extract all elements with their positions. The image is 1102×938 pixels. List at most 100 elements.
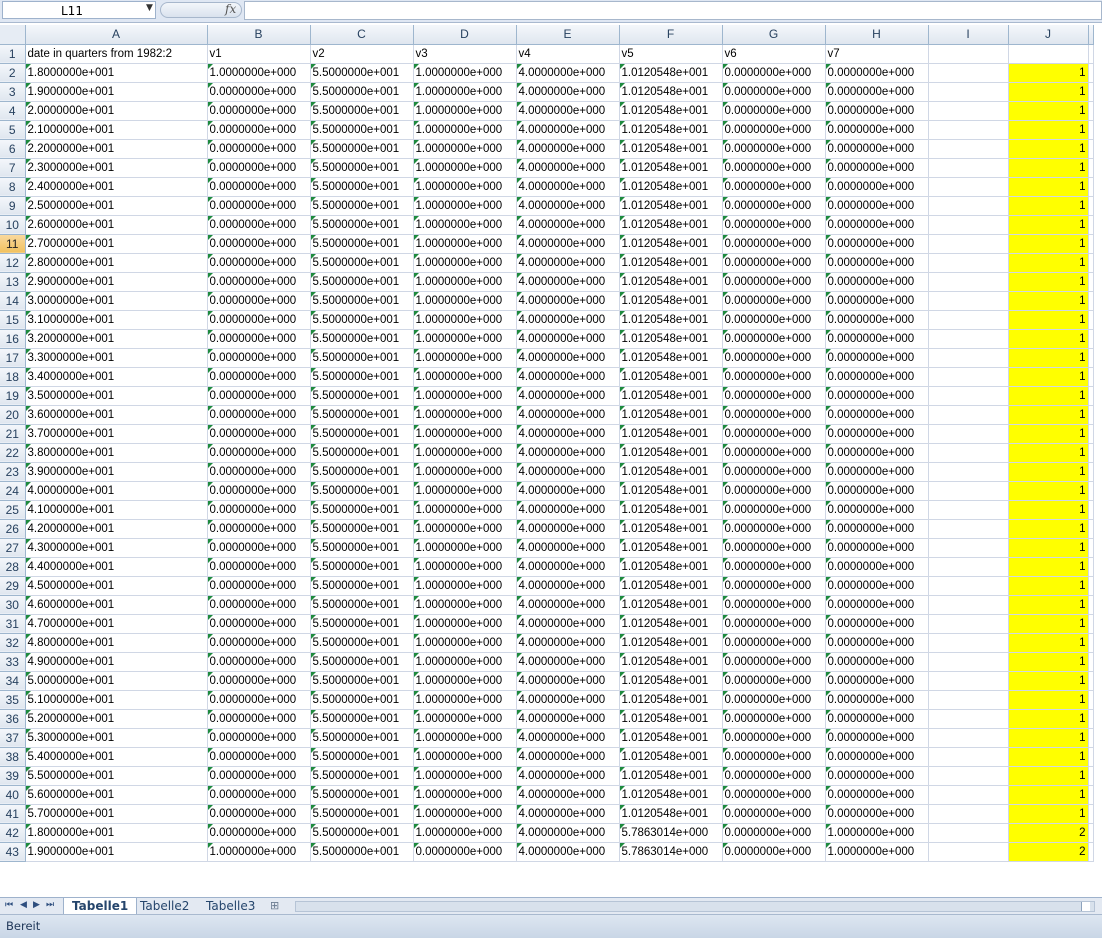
cell-f29[interactable]: 1.0120548e+001 xyxy=(619,576,723,596)
cell-d30[interactable]: 1.0000000e+000 xyxy=(413,595,517,615)
first-sheet-icon[interactable]: ⏮ xyxy=(5,900,13,910)
cell-h30[interactable]: 0.0000000e+000 xyxy=(825,595,929,615)
cell-a15[interactable]: 3.1000000e+001 xyxy=(25,310,208,330)
cell-c18[interactable]: 5.5000000e+001 xyxy=(310,367,414,387)
cell-f10[interactable]: 1.0120548e+001 xyxy=(619,215,723,235)
cell-i23[interactable] xyxy=(928,462,1009,482)
cell-c16[interactable]: 5.5000000e+001 xyxy=(310,329,414,349)
cell-j26[interactable]: 1 xyxy=(1008,519,1089,539)
cell-a21[interactable]: 3.7000000e+001 xyxy=(25,424,208,444)
cell-f14[interactable]: 1.0120548e+001 xyxy=(619,291,723,311)
cell-b35[interactable]: 0.0000000e+000 xyxy=(207,690,311,710)
cell-i32[interactable] xyxy=(928,633,1009,653)
cell-j3[interactable]: 1 xyxy=(1008,82,1089,102)
row-header[interactable]: 21 xyxy=(0,424,26,444)
row-header[interactable]: 17 xyxy=(0,348,26,368)
cell-i38[interactable] xyxy=(928,747,1009,767)
cell-i15[interactable] xyxy=(928,310,1009,330)
cell-e33[interactable]: 4.0000000e+000 xyxy=(516,652,620,672)
cell-h9[interactable]: 0.0000000e+000 xyxy=(825,196,929,216)
cell-empty[interactable] xyxy=(1088,785,1094,805)
cell-b7[interactable]: 0.0000000e+000 xyxy=(207,158,311,178)
cell-h22[interactable]: 0.0000000e+000 xyxy=(825,443,929,463)
scrollbar-thumb[interactable] xyxy=(1081,902,1090,911)
row-header[interactable]: 40 xyxy=(0,785,26,805)
cell-a37[interactable]: 5.3000000e+001 xyxy=(25,728,208,748)
cell-h41[interactable]: 0.0000000e+000 xyxy=(825,804,929,824)
cell-g38[interactable]: 0.0000000e+000 xyxy=(722,747,826,767)
cell-empty[interactable] xyxy=(1088,804,1094,824)
cell-f19[interactable]: 1.0120548e+001 xyxy=(619,386,723,406)
cell-i3[interactable] xyxy=(928,82,1009,102)
cell-g25[interactable]: 0.0000000e+000 xyxy=(722,500,826,520)
cell-empty[interactable] xyxy=(1088,500,1094,520)
cell-e25[interactable]: 4.0000000e+000 xyxy=(516,500,620,520)
cell-j1[interactable] xyxy=(1008,44,1089,64)
cell-g35[interactable]: 0.0000000e+000 xyxy=(722,690,826,710)
cell-j32[interactable]: 1 xyxy=(1008,633,1089,653)
row-header[interactable]: 22 xyxy=(0,443,26,463)
cell-c37[interactable]: 5.5000000e+001 xyxy=(310,728,414,748)
cell-c4[interactable]: 5.5000000e+001 xyxy=(310,101,414,121)
cell-h6[interactable]: 0.0000000e+000 xyxy=(825,139,929,159)
last-sheet-icon[interactable]: ⏭ xyxy=(46,900,54,910)
cell-g28[interactable]: 0.0000000e+000 xyxy=(722,557,826,577)
cell-i28[interactable] xyxy=(928,557,1009,577)
cell-a29[interactable]: 4.5000000e+001 xyxy=(25,576,208,596)
cell-c6[interactable]: 5.5000000e+001 xyxy=(310,139,414,159)
cell-c1[interactable]: v2 xyxy=(310,44,414,64)
cell-i6[interactable] xyxy=(928,139,1009,159)
cell-e16[interactable]: 4.0000000e+000 xyxy=(516,329,620,349)
cell-j4[interactable]: 1 xyxy=(1008,101,1089,121)
cell-a22[interactable]: 3.8000000e+001 xyxy=(25,443,208,463)
cell-h31[interactable]: 0.0000000e+000 xyxy=(825,614,929,634)
cell-j20[interactable]: 1 xyxy=(1008,405,1089,425)
cell-empty[interactable] xyxy=(1088,44,1094,64)
cell-c15[interactable]: 5.5000000e+001 xyxy=(310,310,414,330)
cell-b20[interactable]: 0.0000000e+000 xyxy=(207,405,311,425)
cell-empty[interactable] xyxy=(1088,215,1094,235)
cell-b27[interactable]: 0.0000000e+000 xyxy=(207,538,311,558)
cell-g30[interactable]: 0.0000000e+000 xyxy=(722,595,826,615)
cell-g42[interactable]: 0.0000000e+000 xyxy=(722,823,826,843)
cell-empty[interactable] xyxy=(1088,101,1094,121)
cell-empty[interactable] xyxy=(1088,253,1094,273)
cell-i36[interactable] xyxy=(928,709,1009,729)
cell-c31[interactable]: 5.5000000e+001 xyxy=(310,614,414,634)
row-header[interactable]: 13 xyxy=(0,272,26,292)
cell-f41[interactable]: 1.0120548e+001 xyxy=(619,804,723,824)
cell-j43[interactable]: 2 xyxy=(1008,842,1089,862)
cell-f40[interactable]: 1.0120548e+001 xyxy=(619,785,723,805)
cell-h26[interactable]: 0.0000000e+000 xyxy=(825,519,929,539)
cell-j13[interactable]: 1 xyxy=(1008,272,1089,292)
cell-empty[interactable] xyxy=(1088,310,1094,330)
cell-empty[interactable] xyxy=(1088,652,1094,672)
cell-i9[interactable] xyxy=(928,196,1009,216)
cell-h8[interactable]: 0.0000000e+000 xyxy=(825,177,929,197)
sheet-tab-tabelle1[interactable]: Tabelle1 xyxy=(63,898,138,915)
row-header[interactable]: 16 xyxy=(0,329,26,349)
cell-d7[interactable]: 1.0000000e+000 xyxy=(413,158,517,178)
cell-f39[interactable]: 1.0120548e+001 xyxy=(619,766,723,786)
cell-d6[interactable]: 1.0000000e+000 xyxy=(413,139,517,159)
cell-a17[interactable]: 3.3000000e+001 xyxy=(25,348,208,368)
cell-g5[interactable]: 0.0000000e+000 xyxy=(722,120,826,140)
cell-j16[interactable]: 1 xyxy=(1008,329,1089,349)
cell-c39[interactable]: 5.5000000e+001 xyxy=(310,766,414,786)
cell-f38[interactable]: 1.0120548e+001 xyxy=(619,747,723,767)
cell-empty[interactable] xyxy=(1088,671,1094,691)
cell-empty[interactable] xyxy=(1088,823,1094,843)
cell-g4[interactable]: 0.0000000e+000 xyxy=(722,101,826,121)
cell-b3[interactable]: 0.0000000e+000 xyxy=(207,82,311,102)
column-header-j[interactable]: J xyxy=(1008,25,1089,45)
cell-c5[interactable]: 5.5000000e+001 xyxy=(310,120,414,140)
cell-i2[interactable] xyxy=(928,63,1009,83)
cell-empty[interactable] xyxy=(1088,747,1094,767)
cell-j17[interactable]: 1 xyxy=(1008,348,1089,368)
cell-a33[interactable]: 4.9000000e+001 xyxy=(25,652,208,672)
cell-f27[interactable]: 1.0120548e+001 xyxy=(619,538,723,558)
row-header[interactable]: 38 xyxy=(0,747,26,767)
cell-b17[interactable]: 0.0000000e+000 xyxy=(207,348,311,368)
cell-b24[interactable]: 0.0000000e+000 xyxy=(207,481,311,501)
cell-e8[interactable]: 4.0000000e+000 xyxy=(516,177,620,197)
